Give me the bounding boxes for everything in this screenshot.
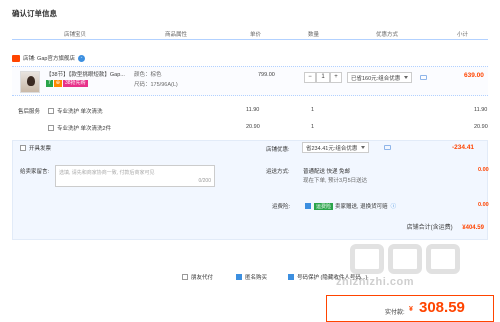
chat-icon[interactable]: ◦: [77, 54, 85, 62]
insurance-tag: 运费险: [314, 202, 334, 210]
discount-select[interactable]: 已省160元:组合优惠: [347, 72, 413, 83]
anonymous-option[interactable]: 匿名购买: [236, 273, 267, 281]
service-qty: 1: [311, 107, 315, 113]
service-price: 11.90: [246, 107, 260, 113]
qty-minus-button[interactable]: −: [304, 72, 316, 83]
store-discount-select[interactable]: 省234.41元:组合优惠: [302, 142, 370, 153]
badge-promo: 38抢先购: [62, 80, 88, 87]
col-store-item: 店铺宝贝: [64, 32, 87, 38]
insurance-fee: 0.00: [478, 202, 489, 208]
service-checkbox[interactable]: [48, 125, 54, 131]
store-row: 店铺: Gap官方旗舰店 ◦: [12, 54, 85, 62]
invoice-checkbox[interactable]: [20, 145, 26, 151]
pay-currency: ¥: [409, 306, 413, 313]
proxy-pay-label: 朋友代付: [191, 275, 214, 281]
anonymous-label: 匿名购买: [245, 275, 268, 281]
store-total: 店铺合计(含运费) ¥404.59: [12, 222, 488, 231]
insurance-label: 运费险:: [272, 204, 291, 210]
qty-plus-button[interactable]: +: [330, 72, 342, 83]
badge-guarantee: ⊕: [53, 80, 62, 87]
insurance-desc: 卖家赠送, 退换货可赔: [335, 204, 388, 210]
shipping-label: 运送方式:: [266, 169, 290, 175]
attr-color: 颜色：棕色: [134, 72, 162, 78]
attr-size: 尺码：175/96A(L): [134, 82, 178, 88]
unit-price: 799.00: [258, 72, 275, 78]
badge-7day: 7: [46, 80, 53, 87]
message-textarea[interactable]: 选填, 请先和商家协商一致, 付款后商家可见 0/200: [55, 165, 215, 187]
shipping-eta: 现在下单, 预计3月5日送达: [303, 178, 368, 184]
shipping-method[interactable]: 普通配送 快递 免邮: [303, 167, 350, 175]
col-price: 单价: [250, 32, 262, 38]
qty-input[interactable]: 1: [316, 72, 330, 83]
col-discount: 优惠方式: [376, 32, 399, 38]
quantity-stepper: − 1 +: [304, 72, 342, 83]
product-badges: 7 ⊕ 38抢先购: [46, 80, 88, 87]
invoice-option[interactable]: 开具发票: [20, 144, 51, 152]
service-qty: 1: [311, 124, 315, 130]
item-row: 【38节】【款型挑眼短款】Gap... 7 ⊕ 38抢先购 颜色：棕色 尺码：1…: [12, 66, 488, 96]
chevron-down-icon: [361, 146, 366, 149]
col-qty: 数量: [308, 32, 320, 38]
store-total-label: 店铺合计(含运费): [406, 225, 453, 231]
chevron-down-icon: [404, 76, 409, 79]
store-discount-label: 店铺优惠:: [266, 147, 290, 153]
privacy-label: 号码保护 (隐藏收件人号码...): [297, 275, 368, 281]
col-attr: 商品属性: [165, 32, 188, 38]
product-thumbnail[interactable]: [20, 71, 40, 93]
store-discount-value: 省234.41元:组合优惠: [306, 145, 358, 152]
insurance-checkbox[interactable]: [305, 203, 311, 209]
proxy-pay-option[interactable]: 朋友代付: [182, 273, 213, 281]
insurance-option[interactable]: 运费险 卖家赠送, 退换货可赔 ⓘ: [305, 202, 396, 210]
anonymous-checkbox[interactable]: [236, 274, 242, 280]
service-subtotal: 11.90: [474, 107, 488, 113]
pay-amount: 308.59: [419, 299, 465, 316]
watermark-logo: [350, 244, 460, 274]
service-row[interactable]: 专业洗护 单次清洗2件: [48, 124, 111, 132]
service-checkbox[interactable]: [48, 108, 54, 114]
service-price: 20.90: [246, 124, 260, 130]
discount-value: 已省160元:组合优惠: [351, 75, 401, 82]
col-subtotal: 小计: [457, 32, 469, 38]
invoice-label: 开具发票: [29, 146, 52, 152]
message-icon[interactable]: [384, 145, 391, 150]
store-icon: [12, 54, 20, 62]
store-discount-amount: -234.41: [452, 144, 475, 151]
page-title: 确认订单信息: [12, 9, 57, 18]
message-icon[interactable]: [420, 75, 427, 80]
message-label: 给卖家留言:: [20, 169, 50, 175]
pay-label: 实付款:: [385, 310, 405, 316]
item-subtotal: 639.00: [464, 72, 484, 79]
proxy-pay-checkbox[interactable]: [182, 274, 188, 280]
service-label: 售后服务: [18, 109, 41, 115]
message-placeholder: 选填, 请先和商家协商一致, 付款后商家可见: [59, 170, 155, 176]
service-name: 专业洗护 单次清洗2件: [57, 126, 112, 132]
service-subtotal: 20.90: [474, 124, 488, 130]
column-header: 店铺宝贝 商品属性 单价 数量 优惠方式 小计: [12, 28, 488, 40]
service-name: 专业洗护 单次清洗: [57, 109, 103, 115]
store-name[interactable]: 店铺: Gap官方旗舰店: [23, 54, 75, 62]
service-row[interactable]: 专业洗护 单次清洗: [48, 107, 103, 115]
privacy-checkbox[interactable]: [288, 274, 294, 280]
shipping-fee: 0.00: [478, 167, 489, 173]
payment-summary: 实付款: ¥ 308.59: [326, 295, 494, 322]
message-count: 0/200: [198, 178, 211, 184]
store-total-value: ¥404.59: [462, 225, 484, 231]
help-icon[interactable]: ⓘ: [391, 202, 397, 210]
privacy-option[interactable]: 号码保护 (隐藏收件人号码...): [288, 273, 367, 281]
product-name[interactable]: 【38节】【款型挑眼短款】Gap...: [46, 70, 125, 78]
